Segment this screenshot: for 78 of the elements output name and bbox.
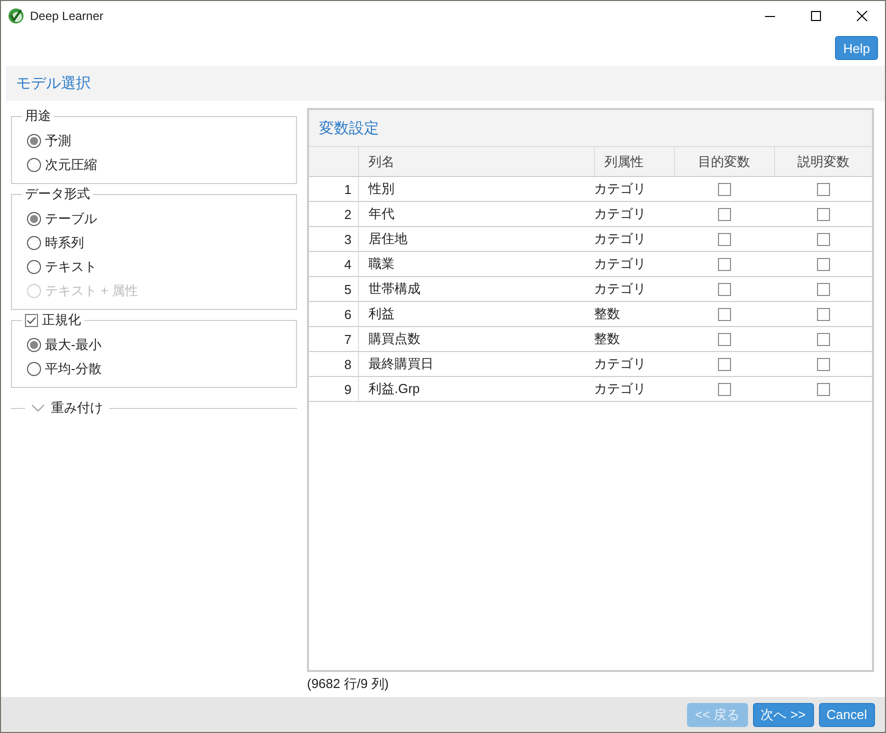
option-label: 最大-最小 xyxy=(45,336,102,354)
row-number: 7 xyxy=(344,332,352,346)
checkbox[interactable] xyxy=(718,282,730,296)
radio-button[interactable] xyxy=(27,260,41,274)
option-label: 平均-分散 xyxy=(45,360,102,378)
option-label: テキスト xyxy=(45,258,97,276)
table-cell: カテゴリ xyxy=(594,206,646,221)
table-cell: カテゴリ xyxy=(594,281,646,296)
window-title: Deep Learner xyxy=(30,9,104,23)
row-number: 9 xyxy=(344,382,352,396)
radio-button[interactable] xyxy=(27,362,41,376)
table-cell: 居住地 xyxy=(368,231,408,246)
radio-button[interactable] xyxy=(27,338,41,352)
table-cell: カテゴリ xyxy=(594,381,646,396)
row-number: 6 xyxy=(344,306,352,322)
option-label: テーブル xyxy=(45,210,97,228)
panel-title: 変数設定 xyxy=(309,110,872,147)
option-label: テキスト + 属性 xyxy=(45,282,138,300)
column-header: 目的変数 xyxy=(698,154,750,168)
table-cell: 性別 xyxy=(368,181,394,196)
column-header: 列名 xyxy=(368,154,394,168)
column-header: 列属性 xyxy=(604,154,644,168)
table-cell: カテゴリ xyxy=(594,181,646,196)
checkbox[interactable] xyxy=(816,258,830,270)
row-number: 4 xyxy=(344,256,352,272)
row-column-count: (9682 行/9 列) xyxy=(307,675,389,693)
column-header: 説明変数 xyxy=(797,154,850,168)
radio-button[interactable] xyxy=(27,134,41,148)
option-label: 時系列 xyxy=(45,234,84,252)
checkbox[interactable] xyxy=(816,382,830,396)
group-label: 用途 xyxy=(22,108,54,124)
checkbox[interactable] xyxy=(718,258,730,270)
chevron-icon[interactable] xyxy=(31,403,45,413)
help-button[interactable]: Help xyxy=(835,36,878,60)
page-title: モデル選択 xyxy=(6,66,885,101)
row-number: 2 xyxy=(344,206,352,222)
section-label[interactable]: 重み付け xyxy=(51,399,103,417)
group-label: データ形式 xyxy=(22,186,93,202)
checkbox[interactable] xyxy=(718,232,730,246)
table-cell: 最終購買日 xyxy=(368,356,434,371)
checkbox[interactable] xyxy=(816,358,830,370)
app-logo-icon xyxy=(8,8,24,24)
table-cell: 購買点数 xyxy=(368,331,420,346)
checkbox[interactable] xyxy=(816,232,830,246)
radio-button[interactable] xyxy=(27,158,41,172)
checkbox[interactable] xyxy=(816,308,830,320)
checkbox[interactable] xyxy=(718,182,730,196)
row-number: 3 xyxy=(344,232,352,246)
checkbox[interactable] xyxy=(718,208,730,220)
table-cell: カテゴリ xyxy=(594,356,646,371)
table-cell: 利益 xyxy=(368,306,394,321)
table-cell: 年代 xyxy=(368,206,394,221)
row-number: 8 xyxy=(344,356,352,372)
checkbox[interactable] xyxy=(718,382,730,396)
checkbox[interactable] xyxy=(718,358,730,370)
table-cell: 整数 xyxy=(594,331,620,346)
radio-button[interactable] xyxy=(27,236,41,250)
table-cell: 利益.Grp xyxy=(368,381,420,396)
table-cell: 世帯構成 xyxy=(368,281,420,296)
table-cell: カテゴリ xyxy=(594,231,646,246)
table-cell: 整数 xyxy=(594,306,620,321)
group-label: 正規化 xyxy=(42,312,81,328)
checkbox[interactable] xyxy=(718,332,730,346)
wizard-button[interactable]: Cancel xyxy=(818,702,875,726)
option-label: 予測 xyxy=(45,132,71,150)
checkbox[interactable] xyxy=(25,314,38,326)
table-cell: カテゴリ xyxy=(594,256,646,271)
checkbox[interactable] xyxy=(816,182,830,196)
checkbox[interactable] xyxy=(816,282,830,296)
row-number: 5 xyxy=(344,282,352,296)
row-number: 1 xyxy=(344,182,352,196)
checkbox[interactable] xyxy=(816,208,830,220)
checkbox[interactable] xyxy=(718,308,730,320)
radio-button[interactable] xyxy=(27,212,41,226)
option-label: 次元圧縮 xyxy=(45,156,97,174)
checkbox[interactable] xyxy=(816,332,830,346)
wizard-button[interactable]: 次へ >> xyxy=(752,702,814,726)
table-cell: 職業 xyxy=(368,256,394,271)
